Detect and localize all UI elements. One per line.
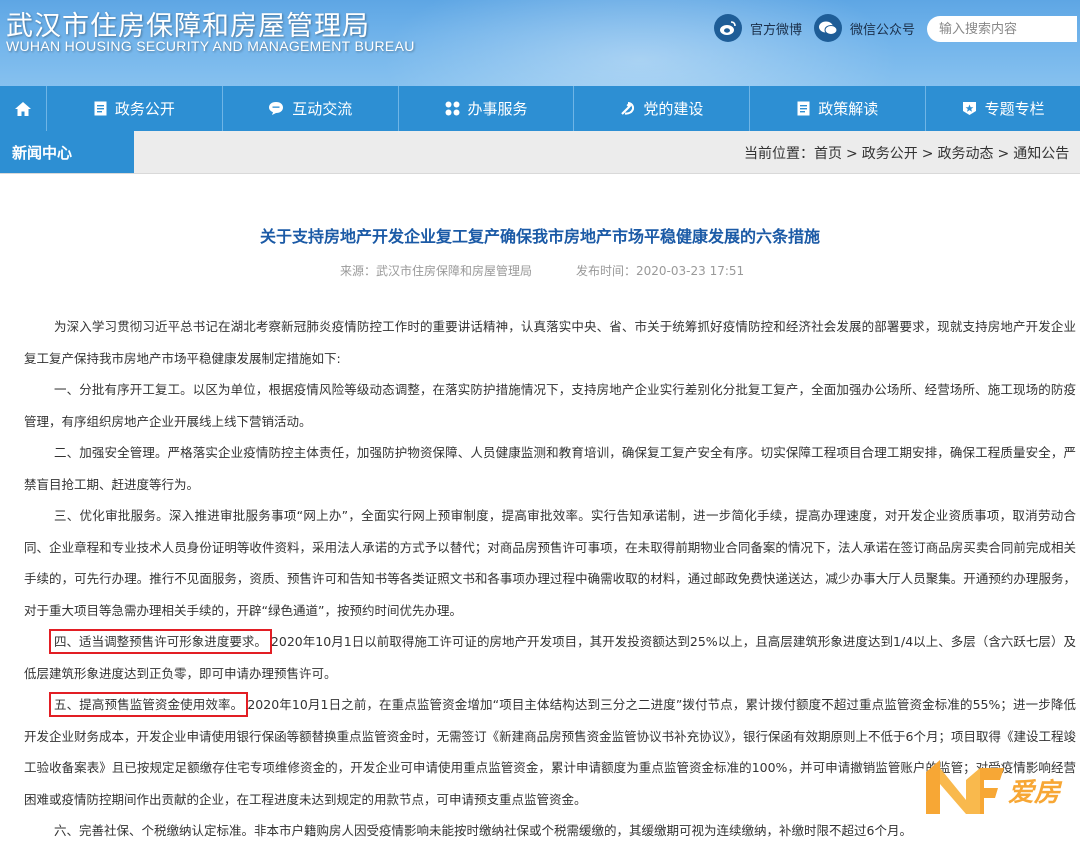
breadcrumb-separator: > [921, 146, 934, 162]
logo-mark-icon [926, 760, 1004, 814]
main-nav: 政务公开 互动交流 办事服务 党的建设 政策解读 专题专栏 [0, 86, 1080, 131]
breadcrumb-news[interactable]: 政务动态 [937, 146, 993, 162]
site-subtitle: WUHAN HOUSING SECURITY AND MANAGEMENT BU… [6, 38, 415, 54]
paragraph-text: 2020年10月1日之前，在重点监管资金增加“项目主体结构达到三分之二进度”拨付… [24, 697, 1076, 807]
site-header: 武汉市住房保障和房屋管理局 WUHAN HOUSING SECURITY AND… [0, 0, 1080, 86]
nav-label: 互动交流 [292, 100, 353, 118]
header-glow [380, 0, 900, 86]
nav-label: 政务公开 [114, 100, 175, 118]
highlighted-heading: 五、提高预售监管资金使用效率。 [48, 692, 249, 717]
search-box [927, 16, 1077, 42]
document-icon [797, 101, 810, 116]
article-source: 来源：武汉市住房保障和房屋管理局 [340, 264, 533, 278]
section-bar: 新闻中心 当前位置：首页 > 政务公开 > 政务动态 > 通知公告 [0, 131, 1080, 174]
nav-item-services[interactable]: 办事服务 [399, 86, 575, 131]
breadcrumb-separator: > [997, 146, 1010, 162]
article-intro: 为深入学习贯彻习近平总书记在湖北考察新冠肺炎疫情防控工作时的重要讲话精神，认真落… [24, 319, 1076, 366]
article-paragraph-5: 五、提高预售监管资金使用效率。 2020年10月1日之前，在重点监管资金增加“项… [24, 689, 1076, 815]
breadcrumb-prefix: 当前位置： [744, 146, 814, 162]
breadcrumb-government-affairs[interactable]: 政务公开 [862, 146, 918, 162]
nav-label: 办事服务 [467, 100, 528, 118]
article-meta: 来源：武汉市住房保障和房屋管理局 发布时间：2020-03-23 17:51 [340, 262, 744, 279]
breadcrumb-notices[interactable]: 通知公告 [1013, 146, 1069, 162]
wechat-label: 微信公众号 [850, 22, 916, 38]
breadcrumb: 当前位置：首页 > 政务公开 > 政务动态 > 通知公告 [744, 143, 1073, 163]
section-label[interactable]: 新闻中心 [0, 131, 134, 173]
nav-item-special-topics[interactable]: 专题专栏 [926, 86, 1080, 131]
article-body: 为深入学习贯彻习近平总书记在湖北考察新冠肺炎疫情防控工作时的重要讲话精神，认真落… [24, 311, 1076, 847]
weibo-link[interactable]: 官方微博 [714, 14, 802, 42]
document-icon [94, 101, 107, 116]
wechat-icon [814, 14, 842, 42]
search-input[interactable] [927, 16, 1069, 42]
badge-icon [962, 102, 976, 115]
article-paragraph-3: 三、优化审批服务。深入推进审批服务事项“网上办”，全面实行网上预审制度，提高审批… [24, 508, 1076, 618]
weibo-icon [714, 14, 742, 42]
watermark-text: 爱房 [1008, 778, 1061, 808]
grid-icon [445, 101, 460, 116]
article-paragraph-4: 四、适当调整预售许可形象进度要求。 2020年10月1日以前取得施工许可证的房地… [24, 626, 1076, 689]
nav-item-interaction[interactable]: 互动交流 [223, 86, 399, 131]
nav-item-government-affairs[interactable]: 政务公开 [47, 86, 223, 131]
highlighted-heading: 四、适当调整预售许可形象进度要求。 [49, 629, 272, 654]
breadcrumb-home[interactable]: 首页 [814, 146, 842, 162]
home-button[interactable] [0, 86, 47, 131]
nav-label: 政策解读 [818, 100, 879, 118]
breadcrumb-separator: > [846, 146, 858, 162]
chat-icon [269, 102, 284, 115]
nav-label: 专题专栏 [984, 100, 1045, 118]
weibo-label: 官方微博 [750, 22, 803, 38]
article-date: 发布时间：2020-03-23 17:51 [576, 264, 745, 278]
watermark-logo: 爱房 [922, 752, 1080, 820]
article-paragraph-1: 一、分批有序开工复工。以区为单位，根据疫情风险等级动态调整，在落实防护措施情况下… [24, 382, 1076, 429]
nav-item-policy-interpretation[interactable]: 政策解读 [750, 86, 927, 131]
nav-item-party-building[interactable]: 党的建设 [574, 86, 751, 131]
article-title: 关于支持房地产开发企业复工复产确保我市房地产市场平稳健康发展的六条措施 [259, 227, 820, 246]
article-paragraph-2: 二、加强安全管理。严格落实企业疫情防控主体责任，加强防护物资保障、人员健康监测和… [24, 445, 1076, 492]
home-icon [14, 101, 31, 116]
party-emblem-icon [621, 102, 635, 115]
wechat-link[interactable]: 微信公众号 [814, 14, 915, 42]
nav-label: 党的建设 [643, 100, 704, 118]
